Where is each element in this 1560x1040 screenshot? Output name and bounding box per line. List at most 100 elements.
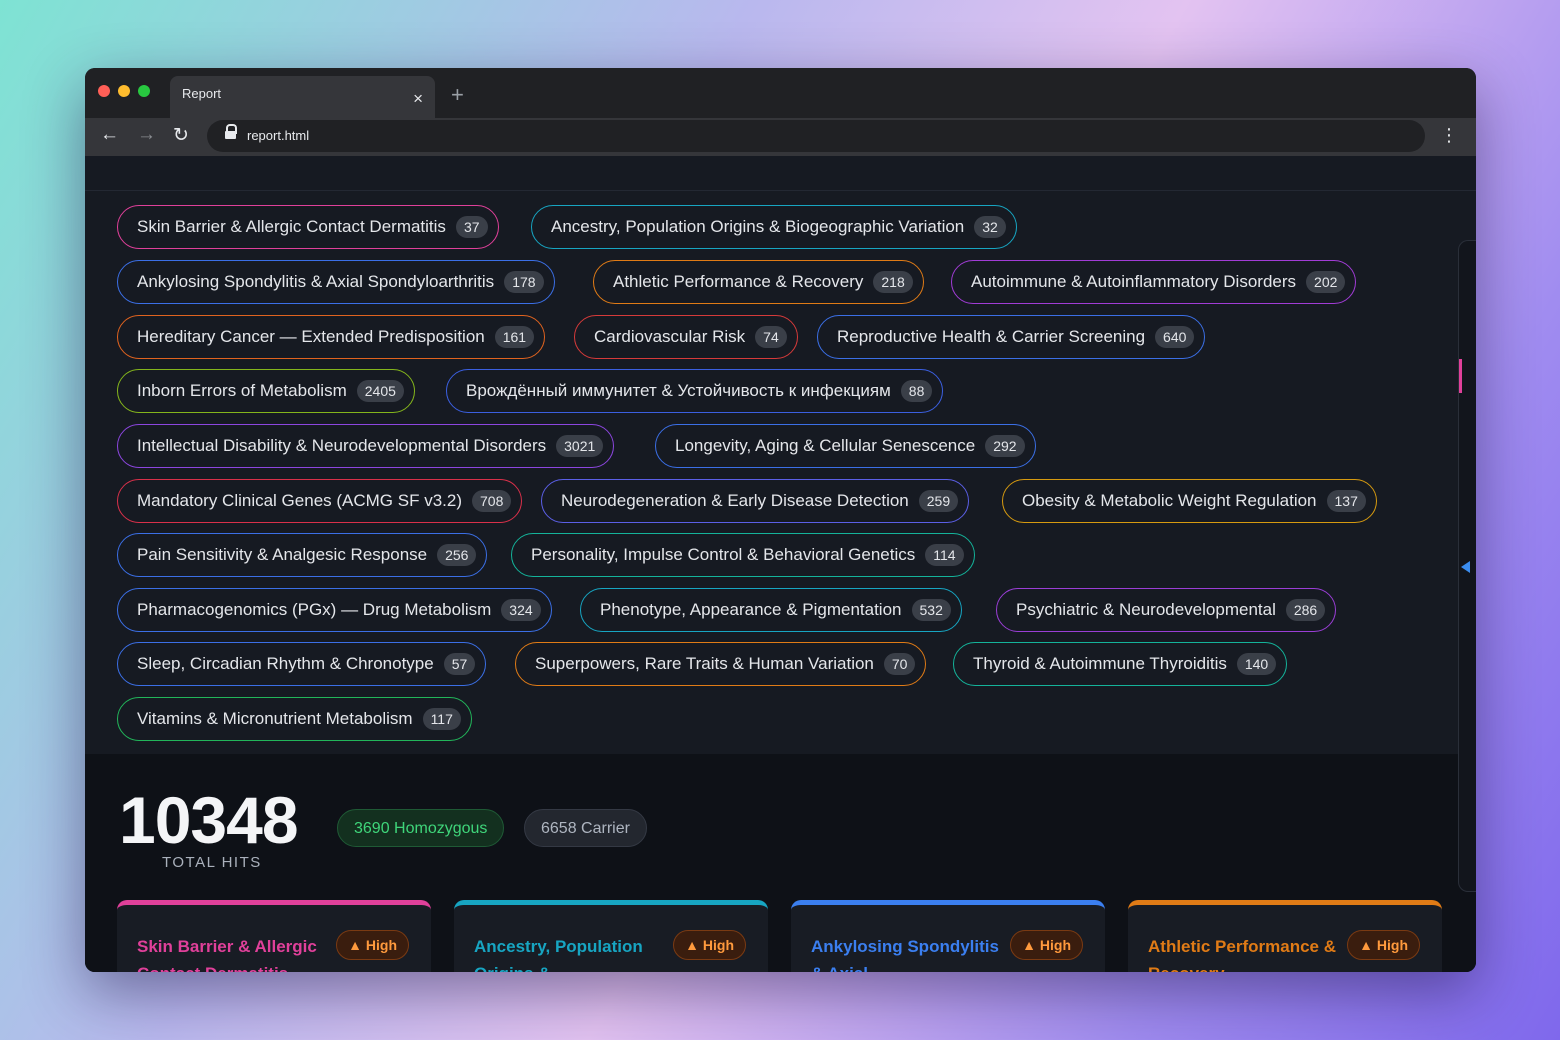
category-chip-label: Personality, Impulse Control & Behaviora… — [531, 545, 916, 564]
category-chip[interactable]: Mandatory Clinical Genes (ACMG SF v3.2) 7… — [117, 479, 523, 523]
category-chip[interactable]: Sleep, Circadian Rhythm & Chronotype 57 — [117, 642, 487, 686]
category-chip-label: Phenotype, Appearance & Pigmentation — [600, 600, 902, 619]
category-chip-label: Vitamins & Micronutrient Metabolism — [137, 709, 413, 728]
forward-icon[interactable]: → — [137, 124, 156, 146]
category-card[interactable]: Ancestry, Population Origins & Biogeogra… — [454, 900, 768, 972]
category-chip-count: 70 — [883, 653, 916, 675]
category-chip-count: 3021 — [556, 435, 604, 457]
browser-tab[interactable]: Report × — [170, 76, 435, 118]
category-chip-label: Reproductive Health & Carrier Screening — [837, 327, 1146, 346]
category-chip-count: 140 — [1236, 653, 1277, 675]
category-chip[interactable]: Psychiatric & Neurodevelopmental 286 — [996, 588, 1337, 632]
address-bar[interactable]: report.html — [207, 120, 1425, 152]
page-viewport: Skin Barrier & Allergic Contact Dermatit… — [85, 156, 1476, 972]
category-filter-list: Skin Barrier & Allergic Contact Dermatit… — [85, 191, 1476, 754]
category-chip[interactable]: Personality, Impulse Control & Behaviora… — [511, 533, 975, 577]
category-chip-label: Ankylosing Spondylitis & Axial Spondyloa… — [137, 272, 495, 291]
category-chip[interactable]: Pain Sensitivity & Analgesic Response 256 — [117, 533, 488, 577]
category-chip-count: 32 — [974, 216, 1006, 238]
category-chip-label: Psychiatric & Neurodevelopmental — [1016, 600, 1276, 619]
category-chip-label: Skin Barrier & Allergic Contact Dermatit… — [137, 217, 446, 236]
maximize-window-button[interactable] — [138, 85, 150, 97]
category-chip-count: 640 — [1155, 326, 1195, 348]
category-chip-label: Autoimmune & Autoinflammatory Disorders — [971, 272, 1297, 291]
category-chip[interactable]: Autoimmune & Autoinflammatory Disorders 2… — [951, 260, 1357, 304]
close-window-button[interactable] — [98, 85, 110, 97]
lock-icon — [225, 124, 237, 140]
side-panel-marker — [1459, 359, 1462, 393]
category-chip-label: Inborn Errors of Metabolism — [137, 381, 347, 400]
category-chip-count: 88 — [900, 380, 933, 402]
category-card-title: Ancestry, Population Origins & Biogeogra… — [474, 937, 643, 972]
homozygous-badge[interactable]: 3690 Homozygous — [337, 809, 505, 847]
category-card[interactable]: Ankylosing Spondylitis & Axial Spondyloa… — [791, 900, 1105, 972]
category-chip-label: Cardiovascular Risk — [594, 327, 746, 346]
category-chip-label: Врождённый иммунитет & Устойчивость к ин… — [466, 381, 891, 400]
category-chip[interactable]: Obesity & Metabolic Weight Regulation 137 — [1002, 479, 1377, 523]
total-hits-label: TOTAL HITS — [162, 854, 262, 871]
category-chip-count: 292 — [985, 435, 1025, 457]
category-chip[interactable]: Longevity, Aging & Cellular Senescence 29… — [655, 424, 1036, 468]
category-chip[interactable]: Inborn Errors of Metabolism 2405 — [117, 369, 415, 413]
category-chip[interactable]: Phenotype, Appearance & Pigmentation 532 — [580, 588, 962, 632]
category-chip-count: 114 — [925, 544, 964, 566]
side-panel-toggle[interactable] — [1458, 240, 1476, 892]
category-chip[interactable]: Vitamins & Micronutrient Metabolism 117 — [117, 697, 472, 741]
category-chip-count: 37 — [455, 216, 488, 238]
category-chip-count: 117 — [422, 708, 461, 730]
expand-arrow-icon[interactable] — [1461, 561, 1470, 573]
browser-window: Report × + ← → ↻ report.html ⋮ Skin Barr… — [85, 68, 1476, 972]
back-icon[interactable]: ← — [100, 124, 119, 146]
category-chip[interactable]: Reproductive Health & Carrier Screening 6… — [817, 315, 1206, 359]
close-tab-icon[interactable]: × — [413, 90, 423, 108]
category-chip-label: Neurodegeneration & Early Disease Detect… — [561, 491, 909, 510]
risk-level-badge: ▲ High — [336, 930, 409, 960]
category-chip-label: Pharmacogenomics (PGx) — Drug Metabolism — [137, 600, 492, 619]
category-card[interactable]: Skin Barrier & Allergic Contact Dermatit… — [117, 900, 431, 972]
summary-section: 10348 TOTAL HITS 3690 Homozygous 6658 Ca… — [85, 754, 1476, 972]
category-chip[interactable]: Thyroid & Autoimmune Thyroiditis 140 — [953, 642, 1288, 686]
category-chip[interactable]: Neurodegeneration & Early Disease Detect… — [541, 479, 970, 523]
reload-icon[interactable]: ↻ — [173, 124, 189, 147]
category-chip-count: 256 — [437, 544, 477, 566]
tab-title: Report — [182, 86, 222, 101]
tab-bar: Report × + — [85, 68, 1476, 118]
category-chip-label: Ancestry, Population Origins & Biogeogra… — [551, 217, 965, 236]
category-chip-label: Mandatory Clinical Genes (ACMG SF v3.2) — [137, 491, 462, 510]
category-chip-count: 2405 — [356, 380, 404, 402]
carrier-badge[interactable]: 6658 Carrier — [524, 809, 647, 847]
category-chip-label: Athletic Performance & Recovery — [613, 272, 864, 291]
new-tab-button[interactable]: + — [451, 82, 464, 108]
category-chip-count: 259 — [918, 490, 959, 512]
category-card[interactable]: Athletic Performance & Recovery ▲ High — [1128, 900, 1442, 972]
category-chip-count: 74 — [755, 326, 787, 348]
category-chip-count: 708 — [472, 490, 512, 512]
category-chip-count: 57 — [443, 653, 476, 675]
category-chip[interactable]: Ancestry, Population Origins & Biogeogra… — [531, 205, 1017, 249]
risk-level-badge: ▲ High — [1347, 930, 1420, 960]
total-hits-value: 10348 — [119, 783, 299, 857]
category-chip-count: 202 — [1306, 271, 1346, 293]
category-chip[interactable]: Врождённый иммунитет & Устойчивость к ин… — [446, 369, 944, 413]
category-chip-label: Intellectual Disability & Neurodevelopme… — [137, 436, 547, 455]
category-card-title: Ankylosing Spondylitis & Axial Spondyloa… — [811, 937, 999, 972]
category-chip-count: 137 — [1326, 490, 1366, 512]
category-chip[interactable]: Cardiovascular Risk 74 — [574, 315, 798, 359]
category-chip[interactable]: Ankylosing Spondylitis & Axial Spondyloa… — [117, 260, 555, 304]
category-chip[interactable]: Skin Barrier & Allergic Contact Dermatit… — [117, 205, 499, 249]
category-chip-label: Superpowers, Rare Traits & Human Variati… — [535, 654, 874, 673]
category-chip[interactable]: Athletic Performance & Recovery 218 — [593, 260, 924, 304]
category-chip-label: Hereditary Cancer — Extended Predisposit… — [137, 327, 485, 346]
window-controls — [98, 85, 150, 97]
minimize-window-button[interactable] — [118, 85, 130, 97]
category-chip-count: 532 — [911, 599, 951, 621]
browser-toolbar: ← → ↻ report.html ⋮ — [85, 118, 1476, 156]
category-chip[interactable]: Hereditary Cancer — Extended Predisposit… — [117, 315, 546, 359]
category-chip[interactable]: Pharmacogenomics (PGx) — Drug Metabolism… — [117, 588, 552, 632]
category-chip-label: Obesity & Metabolic Weight Regulation — [1022, 491, 1317, 510]
category-chip[interactable]: Intellectual Disability & Neurodevelopme… — [117, 424, 615, 468]
category-chip-label: Thyroid & Autoimmune Thyroiditis — [973, 654, 1227, 673]
browser-menu-icon[interactable]: ⋮ — [1440, 126, 1458, 144]
category-chip[interactable]: Superpowers, Rare Traits & Human Variati… — [515, 642, 927, 686]
category-chip-count: 218 — [873, 271, 913, 293]
